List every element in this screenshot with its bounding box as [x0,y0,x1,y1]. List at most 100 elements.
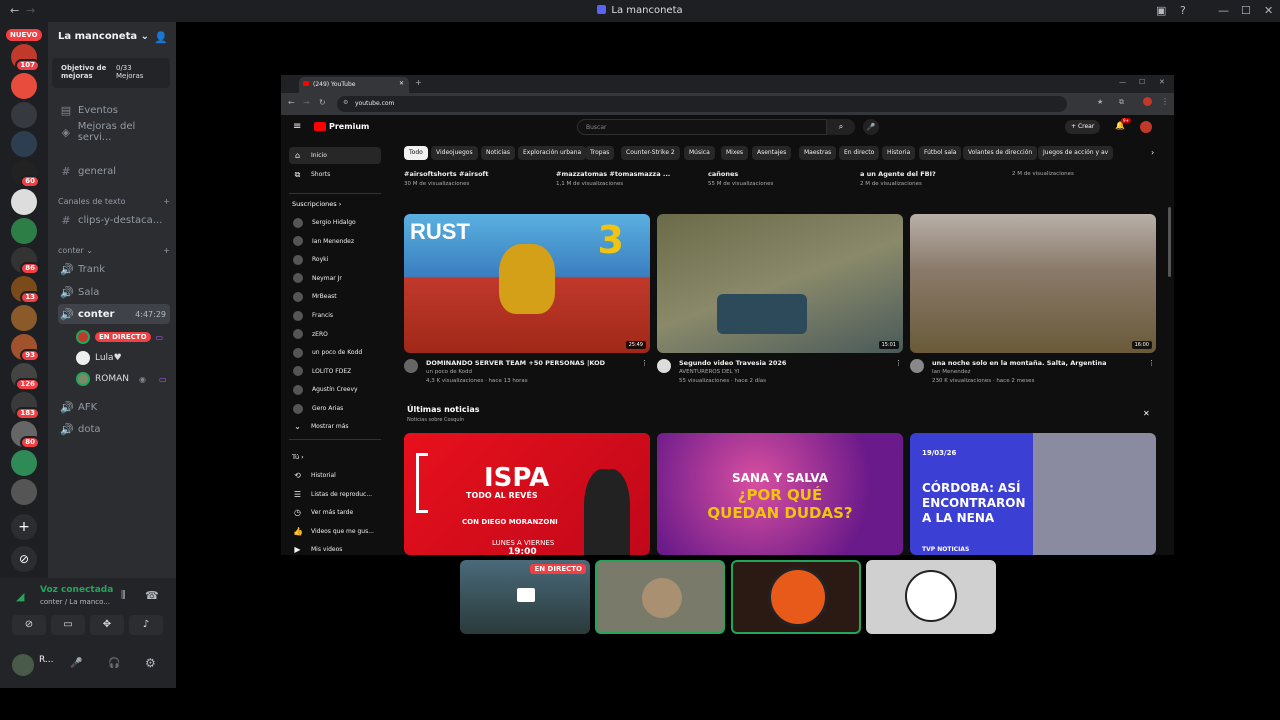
voice-user-roman[interactable]: ROMAN ◉ ▭ [76,370,167,388]
hamburger-icon[interactable]: ≡ [293,121,301,132]
subscription-item[interactable]: MrBeast [289,288,381,305]
add-channel-icon[interactable]: + [163,246,170,255]
participant-tile-stream[interactable]: EN DIRECTO [460,560,590,634]
news-thumbnail[interactable]: 19/03/26 CÓRDOBA: ASÍ ENCONTRARON A LA N… [910,433,1156,555]
server-icon[interactable]: 126 [11,363,40,391]
add-channel-icon[interactable]: + [163,197,170,206]
server-icon[interactable] [11,450,37,476]
voice-search-icon[interactable]: 🎤 [863,119,879,135]
channel-general[interactable]: # general [58,161,170,181]
sidebar-item-shorts[interactable]: ⧉ Shorts [289,166,381,183]
server-icon[interactable] [11,189,37,215]
chevron-right-icon[interactable]: › [1151,148,1154,157]
voice-location[interactable]: conter / La manco... [40,598,110,606]
add-server-icon[interactable]: + [11,514,37,540]
you-header[interactable]: Tú › [292,453,304,461]
chip-3[interactable]: Exploración urbana [518,146,587,160]
video-title[interactable]: a un Agente del FBI? [860,170,1000,178]
participant-tile-orange[interactable] [731,560,861,634]
channel-clips[interactable]: # clips-y-destaca... [58,210,170,230]
close-tab-icon[interactable]: ✕ [399,80,404,87]
sidebar-item-history[interactable]: ⟲ Historial [289,467,381,484]
reload-icon[interactable]: ↻ [319,98,326,107]
sidebar-item-watch-later[interactable]: ◷ Ver más tarde [289,504,381,521]
voice-channel-conter[interactable]: 🔊 conter 4:47:29 [58,304,170,324]
subscriptions-header[interactable]: Suscripciones › [292,200,341,208]
soundboard-button[interactable]: ♪ [129,615,163,635]
voice-user-live[interactable]: EN DIRECTO ▭ [76,328,163,346]
maximize-icon[interactable]: ☐ [1241,4,1251,17]
server-icon[interactable] [11,73,37,99]
more-icon[interactable]: ⋮ [641,359,648,367]
subscription-item[interactable]: Royki [289,251,381,268]
screen-share-button[interactable]: ▭ [51,615,85,635]
activities-button[interactable]: ✥ [90,615,124,635]
chip-10[interactable]: En directo [839,146,880,160]
video-title[interactable]: una noche solo en la montaña. Salta, Arg… [932,359,1152,367]
server-icon[interactable] [11,479,37,505]
video-title[interactable]: DOMINANDO SERVER TEAM +50 PERSONAS |KOD [426,359,646,367]
video-title[interactable]: #mazzatomas #tomasmazza ... [556,170,696,178]
noise-suppression-icon[interactable]: ⫼ [121,590,126,601]
new-tab-icon[interactable]: + [415,78,422,87]
channel-avatar[interactable] [910,359,924,373]
subscription-item[interactable]: un poco de Kodd [289,344,381,361]
minimize-icon[interactable]: — [1218,4,1229,17]
participant-tile-anime[interactable] [866,560,996,634]
server-icon[interactable]: 86 [11,247,40,275]
minimize-icon[interactable]: — [1119,78,1126,86]
back-icon[interactable]: ← [288,98,295,107]
url-bar[interactable]: ⚙ youtube.com [337,96,1067,112]
voice-channel-sala[interactable]: 🔊 Sala [58,282,170,302]
close-icon[interactable]: ✕ [1159,78,1165,86]
video-thumbnail[interactable]: RUST 3 25:49 [404,214,650,353]
news-thumbnail[interactable]: SANA Y SALVA ¿POR QUÉ QUEDAN DUDAS? [657,433,903,555]
server-icon[interactable]: 93 [11,334,40,362]
camera-off-button[interactable]: ⊘ [12,615,46,635]
user-avatar[interactable] [12,654,34,676]
disconnect-icon[interactable]: ☎ [145,589,159,602]
discover-icon[interactable]: ⊘ [11,546,37,572]
server-icon[interactable] [11,102,37,128]
browser-tab[interactable]: (249) YouTube ✕ [299,77,409,93]
chip-4[interactable]: Tropas [585,146,615,160]
chip-0[interactable]: Todo [404,146,428,160]
forward-icon[interactable]: → [303,98,310,107]
close-icon[interactable]: ✕ [1264,4,1273,17]
video-thumbnail[interactable]: 15:01 [657,214,903,353]
server-icon[interactable]: 60 [11,160,40,188]
sidebar-item-my-videos[interactable]: ▶ Mis videos [289,541,381,555]
subscription-item[interactable]: zERO [289,326,381,343]
account-avatar[interactable] [1140,121,1152,133]
voice-user-lula[interactable]: Lula♥▭ [76,349,184,367]
voice-channel-afk[interactable]: 🔊 AFK [58,397,170,417]
close-icon[interactable]: ✕ [1143,409,1150,418]
chip-1[interactable]: Videojuegos [431,146,478,160]
chip-12[interactable]: Fútbol sala [919,146,962,160]
inbox-icon[interactable]: ▣ [1156,4,1166,17]
voice-channel-dota[interactable]: 🔊 dota [58,419,170,439]
boost-goal[interactable]: Objetivo de mejoras 0/33 Mejoras [52,58,170,88]
chip-2[interactable]: Noticias [481,146,515,160]
headphones-icon[interactable]: 🎧 [108,658,120,669]
invite-icon[interactable]: 👤 [154,31,168,44]
settings-gear-icon[interactable]: ⚙ [145,656,156,670]
chip-6[interactable]: Música [684,146,715,160]
chip-13[interactable]: Volantes de dirección [963,146,1038,160]
server-icon[interactable] [11,305,37,331]
server-icon[interactable]: 107 [11,44,40,72]
video-title[interactable]: #airsoftshorts #airsoft [404,170,544,178]
youtube-logo[interactable]: Premium [314,122,369,131]
voice-channel-trank[interactable]: 🔊 Trank [58,259,170,279]
chip-7[interactable]: Mixes [721,146,749,160]
microphone-icon[interactable]: 🎤 [70,658,82,669]
server-name[interactable]: La manconeta ⌄ [58,31,149,42]
video-thumbnail[interactable]: 16:00 [910,214,1156,353]
news-thumbnail[interactable]: ISPA TODO AL REVÉS CON DIEGO MORANZONI L… [404,433,650,555]
sidebar-item-home[interactable]: ⌂ Inicio [289,147,381,164]
more-icon[interactable]: ⋮ [1148,359,1155,367]
create-button[interactable]: + Crear [1065,120,1101,134]
scrollbar[interactable] [1168,207,1171,277]
subscription-item[interactable]: LOLITO FDEZ [289,363,381,380]
star-icon[interactable]: ★ [1097,98,1103,106]
